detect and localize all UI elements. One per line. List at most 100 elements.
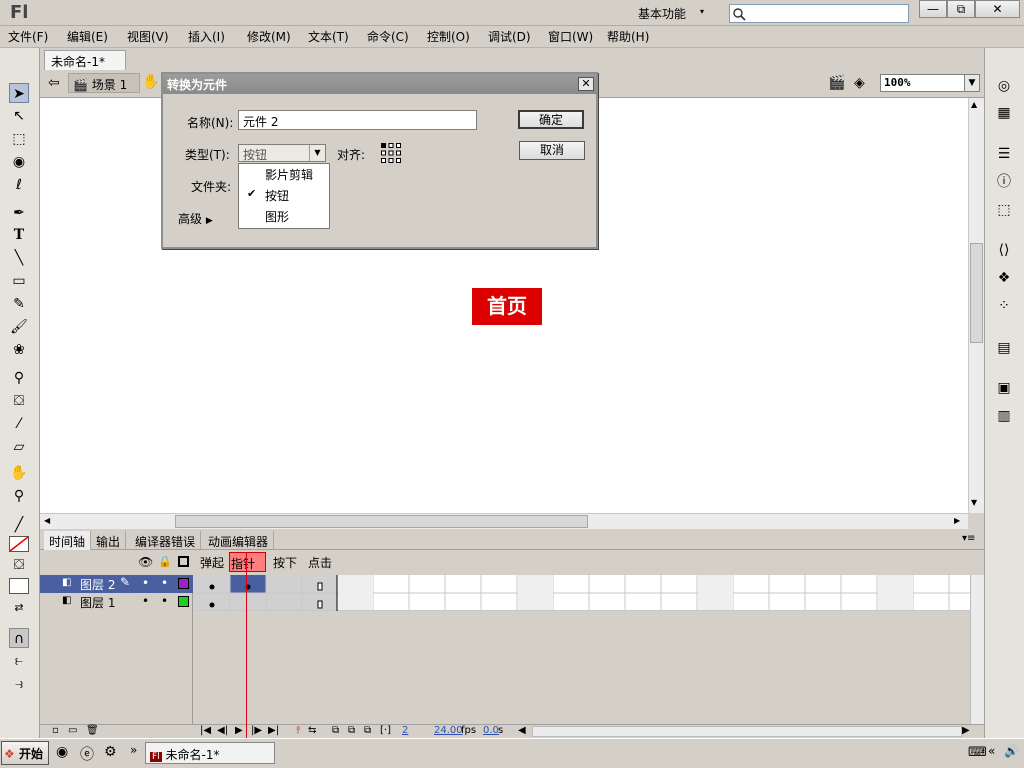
- lock-dot[interactable]: •: [161, 594, 168, 608]
- zoom-dropdown-icon[interactable]: ▼: [964, 74, 980, 92]
- layer-row[interactable]: ◧ 图层 2 ✎ • •: [40, 575, 193, 593]
- first-frame-icon[interactable]: |◀: [200, 725, 211, 736]
- layer-color-swatch[interactable]: [178, 578, 189, 589]
- components-icon[interactable]: ❖: [994, 268, 1014, 288]
- center-frame-icon[interactable]: ⫯: [296, 725, 300, 736]
- chevron-down-icon[interactable]: ▼: [309, 145, 325, 161]
- menu-window[interactable]: 窗口(W): [548, 28, 593, 45]
- current-frame[interactable]: 2: [402, 725, 408, 736]
- start-button[interactable]: ❖ 开始: [1, 741, 49, 765]
- menu-edit[interactable]: 编辑(E): [67, 28, 108, 45]
- onion-skin-icon[interactable]: ⧉: [332, 725, 339, 736]
- horizontal-scrollbar[interactable]: ◀ ▶: [40, 513, 968, 529]
- scroll-right-icon[interactable]: ▶: [962, 725, 970, 736]
- option-movie-clip[interactable]: 影片剪辑: [239, 164, 329, 185]
- new-folder-icon[interactable]: ▭: [68, 725, 77, 736]
- lock-icon[interactable]: 🔒: [158, 555, 172, 568]
- stroke-color-icon[interactable]: ╱: [9, 515, 29, 535]
- menu-control[interactable]: 控制(O): [427, 28, 470, 45]
- tray-chevron-icon[interactable]: «: [988, 744, 995, 758]
- scroll-down-icon[interactable]: ▼: [971, 498, 977, 507]
- registration-grid-icon[interactable]: [380, 142, 402, 164]
- swap-colors-icon[interactable]: ⇄: [9, 598, 29, 618]
- transform-icon[interactable]: ⬚: [994, 200, 1014, 220]
- color-panel-icon[interactable]: ◎: [994, 76, 1014, 96]
- zoom-icon[interactable]: ⚲: [9, 486, 29, 506]
- panel-menu-icon[interactable]: ▾≡: [962, 533, 975, 544]
- browser-icon[interactable]: ⓔ: [80, 744, 94, 764]
- onion-outline-icon[interactable]: ⧉: [348, 725, 355, 736]
- loop-icon[interactable]: ⇆: [308, 725, 316, 736]
- fill-color-swatch[interactable]: [9, 578, 29, 594]
- lasso-icon[interactable]: ℓ: [9, 175, 29, 195]
- gear-icon[interactable]: ⚙: [104, 744, 117, 760]
- symbol-name-input[interactable]: 元件 2: [238, 110, 477, 130]
- option-button[interactable]: ✔ 按钮: [239, 185, 329, 206]
- layer-color-swatch[interactable]: [178, 596, 189, 607]
- smooth-icon[interactable]: ⥼: [9, 651, 29, 671]
- eyedropper-icon[interactable]: ⁄: [9, 414, 29, 434]
- project-icon[interactable]: ▤: [994, 338, 1014, 358]
- scroll-left-icon[interactable]: ◀: [44, 516, 50, 525]
- tab-motion-editor[interactable]: 动画编辑器: [203, 531, 275, 550]
- document-tab[interactable]: 未命名-1* ×: [44, 50, 126, 84]
- frame-label-over[interactable]: 指针 ...: [229, 552, 266, 586]
- edit-scene-icon[interactable]: 🎬: [828, 75, 845, 91]
- swatches-icon[interactable]: ▦: [994, 103, 1014, 123]
- layer-row[interactable]: ◧ 图层 1 • •: [40, 593, 193, 611]
- selection-tool-icon[interactable]: ➤: [9, 83, 29, 103]
- library-icon[interactable]: ▥: [994, 406, 1014, 426]
- properties-icon[interactable]: ▣: [994, 378, 1014, 398]
- menu-view[interactable]: 视图(V): [127, 28, 169, 45]
- breadcrumb[interactable]: 🎬 场景 1: [68, 73, 140, 93]
- menu-file[interactable]: 文件(F): [8, 28, 48, 45]
- search-input[interactable]: [729, 4, 909, 23]
- align-panel-icon[interactable]: ☰: [994, 144, 1014, 164]
- scroll-up-icon[interactable]: ▲: [971, 100, 977, 109]
- visibility-dot[interactable]: •: [142, 594, 149, 608]
- line-tool-icon[interactable]: ╲: [9, 248, 29, 268]
- taskbar-item[interactable]: Fl 未命名-1*: [145, 742, 275, 764]
- workspace-switcher[interactable]: 基本功能: [638, 5, 686, 22]
- frame-grid[interactable]: [194, 575, 984, 725]
- menu-insert[interactable]: 插入(I): [188, 28, 225, 45]
- close-button[interactable]: ✕: [975, 0, 1020, 18]
- timeline-vscroll[interactable]: [970, 575, 984, 725]
- frame-rate[interactable]: 24.00: [434, 725, 463, 736]
- elapsed-time[interactable]: 0.0: [483, 725, 499, 736]
- onion-markers-icon[interactable]: [·]: [380, 725, 391, 736]
- fill-color-icon[interactable]: ⛋: [9, 555, 29, 575]
- play-icon[interactable]: ▶: [235, 725, 243, 736]
- tab-compiler-errors[interactable]: 编译器错误: [130, 531, 202, 550]
- dialog-close-button[interactable]: ✕: [578, 77, 594, 91]
- edit-multiple-icon[interactable]: ⧉: [364, 725, 371, 736]
- advanced-toggle[interactable]: 高级 ▶: [178, 210, 213, 227]
- vertical-scroll-thumb[interactable]: [970, 243, 983, 343]
- tab-timeline[interactable]: 时间轴: [44, 531, 92, 550]
- last-frame-icon[interactable]: ▶|: [268, 725, 279, 736]
- quicklaunch-chevron[interactable]: »: [130, 743, 137, 757]
- actions-icon[interactable]: ⟨⟩: [994, 240, 1014, 260]
- rectangle-tool-icon[interactable]: ▭: [9, 271, 29, 291]
- snap-magnet-icon[interactable]: ∩: [9, 628, 29, 648]
- volume-icon[interactable]: 🔊: [1004, 744, 1019, 758]
- hand-icon[interactable]: ✋: [9, 463, 29, 483]
- lock-dot[interactable]: •: [161, 576, 168, 590]
- media-player-icon[interactable]: ◉: [56, 744, 68, 760]
- step-back-icon[interactable]: ◀|: [217, 725, 228, 736]
- straighten-icon[interactable]: ⥽: [9, 674, 29, 694]
- menu-modify[interactable]: 修改(M): [247, 28, 291, 45]
- scroll-right-icon[interactable]: ▶: [954, 516, 960, 525]
- scroll-left-icon[interactable]: ◀: [518, 725, 526, 736]
- step-forward-icon[interactable]: |▶: [251, 725, 262, 736]
- restore-button[interactable]: ⧉: [947, 0, 975, 18]
- paint-bucket-icon[interactable]: ⛋: [9, 391, 29, 411]
- motion-presets-icon[interactable]: ⁘: [994, 296, 1014, 316]
- info-icon[interactable]: ⓘ: [994, 172, 1014, 192]
- eye-icon[interactable]: 👁: [138, 555, 153, 569]
- home-button-symbol[interactable]: 首页: [472, 288, 542, 325]
- horizontal-scroll-thumb[interactable]: [175, 515, 588, 528]
- outline-icon[interactable]: [178, 556, 189, 567]
- menu-debug[interactable]: 调试(D): [488, 28, 531, 45]
- minimize-button[interactable]: —: [919, 0, 947, 18]
